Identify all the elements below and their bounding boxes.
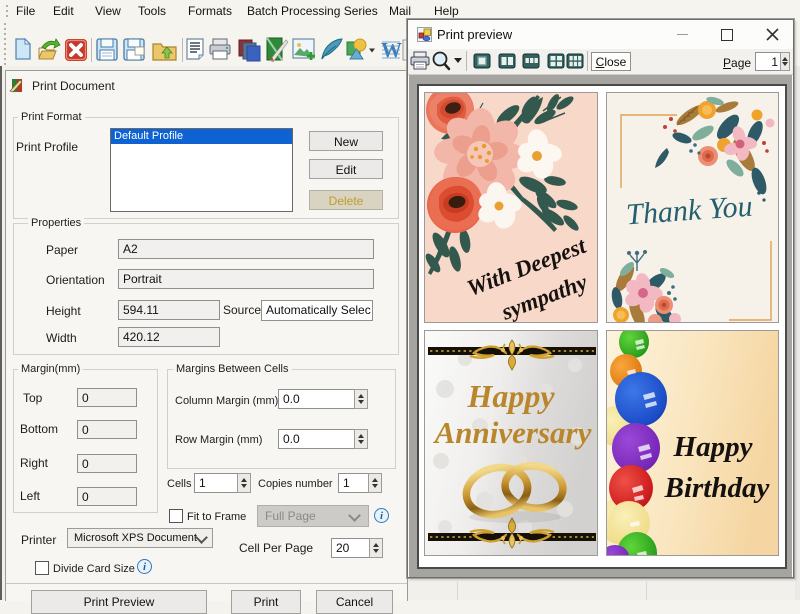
svg-text:Happy: Happy — [466, 378, 555, 414]
svg-text:Happy: Happy — [673, 431, 753, 463]
svg-text:Birthday: Birthday — [664, 472, 770, 504]
svg-text:Anniversary: Anniversary — [433, 415, 592, 450]
